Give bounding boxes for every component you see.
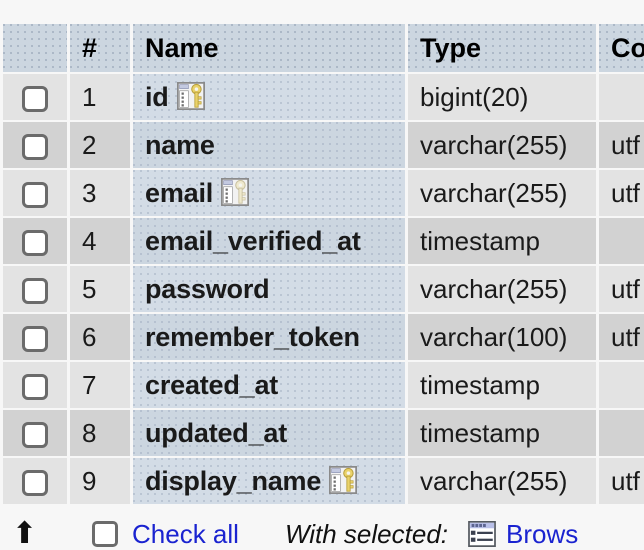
row-column-collation: utf [599,122,644,168]
header-number[interactable]: # [70,24,130,72]
arrow-up-icon[interactable]: ⬆ [12,519,46,549]
table-row[interactable]: 9 display_name varchar(255) utf [3,458,644,504]
table-row[interactable]: 4 email_verified_at timestamp [3,218,644,264]
row-checkbox[interactable] [22,421,48,448]
row-column-collation: utf [599,266,644,312]
row-column-name[interactable]: updated_at [133,410,405,456]
browse-link[interactable]: Brows [506,519,578,550]
row-number: 9 [70,458,130,504]
row-column-collation [599,410,644,456]
row-column-name[interactable]: name [133,122,405,168]
header-type[interactable]: Type [408,24,596,72]
phpmyadmin-structure-screen: # Name Type Co 1 id bigint(20) 2 name varchar… [0,0,644,550]
row-column-type: varchar(255) [408,170,596,216]
row-checkbox-cell[interactable] [3,218,67,264]
row-number: 5 [70,266,130,312]
header-name[interactable]: Name [133,24,405,72]
header-select-column [3,24,67,72]
row-column-type: varchar(100) [408,314,596,360]
row-column-type: varchar(255) [408,122,596,168]
row-number: 3 [70,170,130,216]
row-column-type: varchar(255) [408,266,596,312]
table-body: 1 id bigint(20) 2 name varchar(255) utf 3 email v… [3,74,644,504]
check-all-link[interactable]: Check all [132,519,239,550]
table-structure-grid: # Name Type Co 1 id bigint(20) 2 name varchar… [0,22,644,506]
row-checkbox[interactable] [22,373,48,400]
table-row[interactable]: 7 created_at timestamp [3,362,644,408]
browse-icon[interactable] [468,521,496,547]
row-column-collation [599,74,644,120]
row-column-name[interactable]: remember_token [133,314,405,360]
row-column-collation: utf [599,314,644,360]
table-row[interactable]: 8 updated_at timestamp [3,410,644,456]
table-row[interactable]: 3 email varchar(255) utf [3,170,644,216]
check-all-checkbox[interactable] [92,521,118,547]
row-column-name[interactable]: email [133,170,405,216]
table-row[interactable]: 2 name varchar(255) utf [3,122,644,168]
header-row: # Name Type Co [3,24,644,72]
row-checkbox-cell[interactable] [3,122,67,168]
row-column-name[interactable]: created_at [133,362,405,408]
row-checkbox-cell[interactable] [3,362,67,408]
column-name-text: name [145,129,215,160]
row-checkbox[interactable] [22,277,48,304]
column-name-text: id [145,81,169,112]
row-checkbox-cell[interactable] [3,266,67,312]
row-column-name[interactable]: password [133,266,405,312]
row-checkbox[interactable] [22,229,48,256]
row-column-type: varchar(255) [408,458,596,504]
row-column-type: bigint(20) [408,74,596,120]
row-column-collation [599,218,644,264]
with-selected-label: With selected: [284,518,448,549]
row-number: 6 [70,314,130,360]
row-column-type: timestamp [408,218,596,264]
table-header: # Name Type Co [3,24,644,72]
row-checkbox-cell[interactable] [3,410,67,456]
row-checkbox-cell[interactable] [3,74,67,120]
row-number: 7 [70,362,130,408]
row-number: 2 [70,122,130,168]
row-checkbox[interactable] [22,181,48,208]
row-number: 1 [70,74,130,120]
row-checkbox-cell[interactable] [3,458,67,504]
column-name-text: created_at [145,369,279,400]
row-checkbox[interactable] [22,85,48,112]
header-collation[interactable]: Co [599,24,644,72]
row-column-name[interactable]: id [133,74,405,120]
column-name-text: updated_at [145,417,288,448]
column-name-text: password [145,273,270,304]
table-row[interactable]: 1 id bigint(20) [3,74,644,120]
row-column-type: timestamp [408,410,596,456]
row-number: 8 [70,410,130,456]
table-row[interactable]: 6 remember_token varchar(100) utf [3,314,644,360]
row-column-collation [599,362,644,408]
row-column-name[interactable]: email_verified_at [133,218,405,264]
row-checkbox-cell[interactable] [3,314,67,360]
row-number: 4 [70,218,130,264]
row-column-type: timestamp [408,362,596,408]
row-checkbox[interactable] [22,469,48,496]
column-name-text: display_name [145,465,322,496]
row-checkbox-cell[interactable] [3,170,67,216]
primary-key-icon [329,465,358,494]
column-name-text: email_verified_at [145,225,361,256]
unique-key-icon [221,177,250,206]
primary-key-icon [176,81,205,110]
row-column-collation: utf [599,170,644,216]
column-name-text: email [145,177,214,208]
row-column-name[interactable]: display_name [133,458,405,504]
table-row[interactable]: 5 password varchar(255) utf [3,266,644,312]
column-name-text: remember_token [145,321,360,352]
row-checkbox[interactable] [22,325,48,352]
row-column-collation: utf [599,458,644,504]
row-checkbox[interactable] [22,133,48,160]
action-bar: ⬆ Check all With selected: Brows [0,518,644,550]
